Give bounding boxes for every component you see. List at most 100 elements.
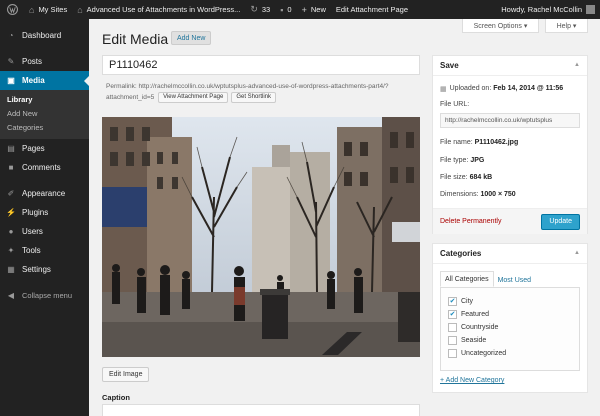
dimensions-value: 1000 × 750: [480, 191, 516, 198]
sidebar-item-users[interactable]: ● Users: [0, 222, 89, 241]
list-item[interactable]: ✔ Featured: [448, 308, 579, 321]
categories-box-header[interactable]: Categories ▲: [433, 244, 587, 264]
comment-bubble-icon: ▪: [280, 4, 284, 15]
site-name-menu[interactable]: ⌂ Advanced Use of Attachments in WordPre…: [72, 0, 245, 19]
comment-icon: ■: [8, 163, 14, 172]
file-size-row: File size: 684 kB: [433, 169, 587, 186]
sidebar-item-posts[interactable]: ✎ Posts: [0, 52, 89, 71]
list-item[interactable]: Uncategorized: [448, 347, 579, 360]
plugin-icon: ⚡: [6, 208, 16, 217]
admin-sidebar: ◔ Dashboard ✎ Posts ▣ Media Library Add …: [0, 19, 89, 416]
updates-menu[interactable]: ↻ 33: [245, 0, 275, 19]
collapse-menu-label: Collapse menu: [22, 291, 73, 300]
checkbox-checked[interactable]: ✔: [448, 310, 457, 319]
dimensions-row: Dimensions: 1000 × 750: [433, 186, 587, 203]
edit-attachment-page-link[interactable]: Edit Attachment Page: [331, 0, 413, 19]
sidebar-item-plugins[interactable]: ⚡ Plugins: [0, 203, 89, 222]
sidebar-item-appearance[interactable]: ✐ Appearance: [0, 184, 89, 203]
collapse-menu-button[interactable]: ◀ Collapse menu: [0, 286, 89, 305]
category-label: Uncategorized: [461, 350, 507, 357]
comments-count: 0: [287, 5, 292, 14]
help-tab[interactable]: Help ▾: [545, 19, 588, 33]
updates-icon: ↻: [250, 4, 258, 14]
sidebar-item-label: Settings: [22, 265, 51, 274]
caption-label: Caption: [102, 393, 130, 402]
major-publishing-actions: Delete Permanently Update: [433, 208, 587, 234]
tab-most-used[interactable]: Most Used: [494, 273, 535, 287]
comments-menu[interactable]: ▪ 0: [275, 0, 296, 19]
screen-options-tab[interactable]: Screen Options ▾: [462, 19, 539, 33]
list-item[interactable]: Seaside: [448, 334, 579, 347]
my-account-menu[interactable]: Howdy, Rachel McCollin: [496, 0, 600, 19]
calendar-icon: ▦: [440, 85, 447, 93]
sidebar-item-label: Posts: [22, 57, 43, 66]
dashboard-icon: ◔: [8, 31, 14, 40]
dimensions-label: Dimensions:: [440, 191, 479, 198]
sidebar-item-media[interactable]: ▣ Media: [0, 71, 89, 90]
tab-all-categories[interactable]: All Categories: [440, 271, 494, 287]
howdy-label: Howdy, Rachel McCollin: [501, 5, 582, 14]
list-item[interactable]: ✔ City: [448, 295, 579, 308]
sidebar-item-label: Media: [22, 76, 45, 85]
add-new-button[interactable]: Add New: [171, 31, 212, 45]
sidebar-item-pages[interactable]: ▤ Pages: [0, 139, 89, 158]
file-size-value: 684 kB: [469, 174, 493, 181]
uploaded-value: Feb 14, 2014 @ 11:56: [493, 85, 564, 92]
get-shortlink-button[interactable]: Get Shortlink: [231, 92, 277, 103]
new-content-menu[interactable]: + New: [297, 0, 331, 19]
active-menu-arrow: [84, 76, 89, 86]
sidebar-item-comments[interactable]: ■ Comments: [0, 158, 89, 177]
new-label: New: [310, 5, 326, 14]
title-input[interactable]: P1110462: [102, 55, 420, 75]
view-attachment-page-button[interactable]: View Attachment Page: [158, 92, 229, 103]
submenu-item-library[interactable]: Library: [0, 93, 89, 107]
sidebar-item-label: Plugins: [22, 208, 49, 217]
checkbox-unchecked[interactable]: [448, 336, 457, 345]
checkbox-unchecked[interactable]: [448, 349, 457, 358]
file-name-row: File name: P1110462.jpg: [433, 132, 587, 152]
sidebar-item-label: Appearance: [22, 189, 66, 198]
categories-box: Categories ▲ All Categories Most Used ✔ …: [432, 243, 588, 393]
checkbox-unchecked[interactable]: [448, 323, 457, 332]
categories-box-title: Categories: [440, 249, 482, 258]
updates-count: 33: [261, 5, 271, 14]
delete-permanently-link[interactable]: Delete Permanently: [440, 218, 501, 225]
my-sites-label: My Sites: [38, 5, 68, 14]
collapse-triangle-icon[interactable]: ▲: [574, 250, 580, 256]
wordpress-logo-icon[interactable]: [0, 0, 24, 19]
uploaded-label: Uploaded on:: [449, 85, 492, 92]
add-new-category-link[interactable]: + Add New Category: [440, 377, 580, 384]
file-name-label: File name:: [440, 138, 473, 146]
update-button[interactable]: Update: [541, 213, 580, 230]
submenu-item-categories[interactable]: Categories: [0, 121, 89, 135]
sidebar-item-label: Tools: [22, 246, 41, 255]
caption-textarea[interactable]: [102, 404, 420, 416]
collapse-triangle-icon[interactable]: ▲: [574, 62, 580, 68]
category-label: City: [461, 298, 474, 305]
permalink-row: Permalink: http://rachelmccollin.co.uk/w…: [106, 81, 406, 103]
admin-bar: ⌂ My Sites ⌂ Advanced Use of Attachments…: [0, 0, 600, 19]
media-icon: ▣: [7, 76, 15, 85]
wrench-icon: ✦: [7, 246, 15, 255]
sidebar-item-settings[interactable]: ▦ Settings: [0, 260, 89, 279]
file-url-field[interactable]: http://rachelmccollin.co.uk/wptutsplus: [440, 113, 580, 128]
page-title: Edit Media: [102, 31, 169, 47]
brush-icon: ✐: [7, 189, 15, 198]
category-checklist: ✔ City ✔ Featured Countryside Seaside Un…: [440, 287, 580, 371]
uploaded-row: ▦ Uploaded on: Feb 14, 2014 @ 11:56: [433, 79, 587, 98]
sidebar-item-label: Comments: [22, 163, 61, 172]
edit-image-button[interactable]: Edit Image: [102, 367, 150, 382]
my-sites-menu[interactable]: ⌂ My Sites: [24, 0, 72, 19]
page-icon: ▤: [7, 144, 15, 153]
save-box-header[interactable]: Save ▲: [433, 56, 587, 76]
plus-icon: +: [301, 4, 307, 15]
sidebar-item-dashboard[interactable]: ◔ Dashboard: [0, 26, 89, 45]
category-label: Featured: [461, 311, 490, 318]
edit-attachment-page-label: Edit Attachment Page: [335, 5, 409, 14]
list-item[interactable]: Countryside: [448, 321, 579, 334]
checkbox-checked[interactable]: ✔: [448, 297, 457, 306]
file-type-label: File type:: [440, 157, 469, 164]
avatar: [586, 5, 595, 14]
sidebar-item-tools[interactable]: ✦ Tools: [0, 241, 89, 260]
submenu-item-add-new[interactable]: Add New: [0, 107, 89, 121]
